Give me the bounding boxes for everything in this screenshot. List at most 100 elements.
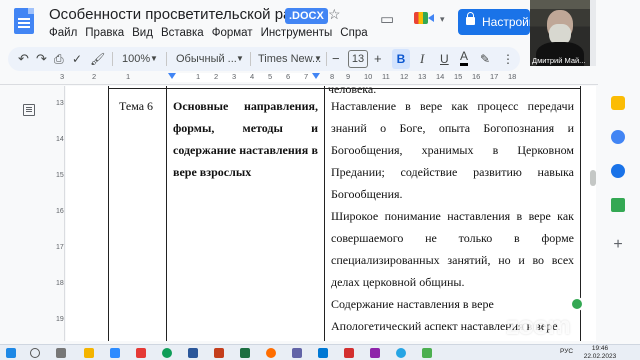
zoom-select[interactable]: 100% xyxy=(122,47,150,71)
firefox-icon[interactable] xyxy=(266,348,276,358)
clock-time: 19:46 xyxy=(591,345,609,352)
ruler-number: 3 xyxy=(60,72,65,81)
menu-edit[interactable]: Правка xyxy=(85,27,124,39)
clock[interactable]: 19:46 22.02.2023 xyxy=(580,345,620,360)
word-icon[interactable] xyxy=(188,348,198,358)
font-size-input[interactable]: 13 xyxy=(348,50,368,68)
ruler-number: 3 xyxy=(232,72,237,81)
right-indent-marker[interactable] xyxy=(312,73,320,79)
document-title[interactable]: Особенности просветительской ра xyxy=(49,6,291,23)
vruler-number: 13 xyxy=(56,100,64,107)
maps-icon[interactable] xyxy=(611,198,625,212)
star-icon[interactable]: ☆ xyxy=(328,6,341,23)
document-page[interactable]: человека. Тема 6 Основные направления, ф… xyxy=(66,86,596,341)
pdf-icon[interactable] xyxy=(344,348,354,358)
ruler-number: 5 xyxy=(268,72,273,81)
search-icon[interactable] xyxy=(30,348,40,358)
italic-button[interactable]: I xyxy=(420,47,424,71)
keep-icon[interactable] xyxy=(611,96,625,110)
chevron-down-icon[interactable]: ▾ xyxy=(440,14,445,25)
topic-content-cell[interactable]: Наставление в вере как процесс передачи … xyxy=(324,88,581,341)
ruler-number: 16 xyxy=(472,72,481,81)
ruler-number: 1 xyxy=(126,72,131,81)
font-size-increase-button[interactable]: + xyxy=(374,47,382,71)
right-side-panel: + xyxy=(598,66,640,344)
toolbar-divider xyxy=(166,52,167,66)
underline-button[interactable]: U xyxy=(440,47,449,71)
topic-number-cell[interactable]: Тема 6 xyxy=(108,88,167,341)
text-color-button[interactable]: A xyxy=(460,47,469,66)
zoom-watermark: zoom xyxy=(506,310,571,340)
vruler-number: 15 xyxy=(56,172,64,179)
toolbar-divider xyxy=(250,52,251,66)
ruler-number: 18 xyxy=(508,72,517,81)
excel-icon[interactable] xyxy=(240,348,250,358)
menu-view[interactable]: Вид xyxy=(132,27,153,39)
menu-help[interactable]: Спра xyxy=(340,27,367,39)
comments-icon[interactable]: ▭ xyxy=(380,10,394,28)
outlook-icon[interactable] xyxy=(318,348,328,358)
contacts-icon[interactable] xyxy=(611,164,625,178)
highlight-pen-icon[interactable]: ✎ xyxy=(480,47,490,71)
teams-icon[interactable] xyxy=(292,348,302,358)
menu-tools[interactable]: Инструменты xyxy=(261,27,333,39)
topic-title-cell[interactable]: Основные направления, формы, методы и со… xyxy=(166,88,325,341)
ruler-number: 8 xyxy=(330,72,335,81)
video-participant-tile[interactable]: Дмитрий Май... xyxy=(530,0,590,66)
font-chevron-icon: ▼ xyxy=(314,54,322,63)
redo-icon[interactable]: ↷ xyxy=(36,47,47,71)
docx-badge: .DOCX xyxy=(285,8,328,24)
clock-date: 22.02.2023 xyxy=(583,352,617,360)
tasks-icon[interactable] xyxy=(611,130,625,144)
language-indicator[interactable]: РУС xyxy=(560,348,573,355)
explorer-icon[interactable] xyxy=(84,348,94,358)
chrome-icon[interactable] xyxy=(162,348,172,358)
start-icon[interactable] xyxy=(6,348,16,358)
ruler-number: 1 xyxy=(196,72,201,81)
video-panel-scroll[interactable] xyxy=(590,0,596,66)
menu-file[interactable]: Файл xyxy=(49,27,77,39)
vruler-number: 14 xyxy=(56,136,64,143)
zoom-app-icon[interactable] xyxy=(110,348,120,358)
undo-icon[interactable]: ↶ xyxy=(18,47,29,71)
docs-logo-icon[interactable] xyxy=(14,8,34,34)
app-icon[interactable] xyxy=(422,348,432,358)
vruler-number: 16 xyxy=(56,208,64,215)
table-row: Тема 6 Основные направления, формы, мето… xyxy=(108,88,581,341)
menu-format[interactable]: Формат xyxy=(212,27,253,39)
style-select[interactable]: Обычный ... xyxy=(176,47,237,71)
powerpoint-icon[interactable] xyxy=(214,348,224,358)
add-addon-icon[interactable]: + xyxy=(611,237,625,253)
ruler-number: 14 xyxy=(436,72,445,81)
telegram-icon[interactable] xyxy=(396,348,406,358)
task-view-icon[interactable] xyxy=(56,348,66,358)
toolbar: ↶ ↷ ⎙ ✓ 🖌 100% ▼ Обычный ... ▼ Times New… xyxy=(8,47,520,71)
bold-button[interactable]: B xyxy=(392,49,410,69)
paint-format-icon[interactable]: 🖌 xyxy=(90,47,105,71)
font-select[interactable]: Times New... xyxy=(258,47,321,71)
document-scrollbar[interactable] xyxy=(590,170,596,186)
document-outline-icon[interactable] xyxy=(23,104,35,116)
horizontal-ruler[interactable]: 3 2 1 1 2 3 4 5 6 7 8 9 10 11 12 13 14 1… xyxy=(0,71,598,85)
content-paragraph: Наставление в вере как процесс передачи … xyxy=(331,99,574,201)
ruler-number: 12 xyxy=(400,72,409,81)
share-button[interactable]: Настройк xyxy=(458,9,530,35)
ruler-number: 2 xyxy=(92,72,97,81)
font-size-decrease-button[interactable]: − xyxy=(332,47,340,71)
viber-icon[interactable] xyxy=(370,348,380,358)
ruler-number: 11 xyxy=(382,72,390,81)
zoom-chevron-icon: ▼ xyxy=(150,54,158,63)
style-chevron-icon: ▼ xyxy=(236,54,244,63)
spellcheck-icon[interactable]: ✓ xyxy=(72,47,82,71)
ruler-number: 4 xyxy=(250,72,255,81)
print-icon[interactable]: ⎙ xyxy=(54,47,64,71)
ruler-number: 15 xyxy=(454,72,463,81)
menu-insert[interactable]: Вставка xyxy=(161,27,204,39)
meet-icon[interactable] xyxy=(414,9,436,27)
more-options-icon[interactable]: ⋮ xyxy=(502,47,514,71)
ruler-number: 17 xyxy=(490,72,499,81)
left-indent-marker[interactable] xyxy=(168,73,176,79)
vruler-number: 18 xyxy=(56,280,64,287)
vertical-ruler[interactable]: 13 14 15 16 17 18 19 xyxy=(55,86,65,341)
app-icon[interactable] xyxy=(136,348,146,358)
